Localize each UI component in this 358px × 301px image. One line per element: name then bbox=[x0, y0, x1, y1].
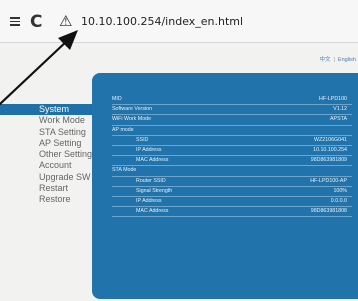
info-section-ap-mode: AP mode bbox=[112, 126, 352, 136]
info-key: MAC Address bbox=[136, 208, 169, 215]
language-switch: 中文 | English bbox=[320, 55, 357, 63]
sidebar-item-work-mode[interactable]: Work Mode bbox=[0, 115, 92, 126]
info-value: 100% bbox=[333, 187, 347, 194]
info-value: 0.0.0.0 bbox=[330, 197, 347, 204]
info-row-signal-strength: Signal Strength 100% bbox=[112, 187, 352, 197]
sidebar-item-other-setting[interactable]: Other Setting bbox=[0, 149, 92, 160]
sidebar-item-ap-setting[interactable]: AP Setting bbox=[0, 138, 92, 149]
menu-icon[interactable] bbox=[10, 17, 20, 26]
lang-separator: | bbox=[333, 57, 335, 63]
info-row-ap-ssid: SSID WZ2106G041 bbox=[112, 136, 352, 146]
info-table: MID HF-LPD100 Software Version V1.12 WiFi … bbox=[112, 95, 352, 218]
page-content: 中文 | English System Work Mode STA Setting … bbox=[0, 43, 358, 301]
info-key: MAC Address bbox=[136, 157, 169, 164]
reload-icon[interactable]: C bbox=[30, 12, 42, 32]
info-value: HF-LPD100 bbox=[319, 96, 347, 102]
info-key: Software Version bbox=[112, 106, 153, 113]
info-row-mid: MID HF-LPD100 bbox=[112, 95, 352, 106]
info-value: 10.10.100.254 bbox=[313, 146, 347, 153]
sidebar-item-sta-setting[interactable]: STA Setting bbox=[0, 127, 92, 138]
info-key: IP Address bbox=[136, 146, 162, 153]
info-value: 98D863981808 bbox=[310, 208, 347, 215]
info-key: Router SSID bbox=[136, 177, 166, 184]
info-row-router-ssid: Router SSID HF-LPD100-AP bbox=[112, 177, 352, 187]
info-value: V1.12 bbox=[333, 106, 347, 113]
info-row-ap-ip: IP Address 10.10.100.254 bbox=[112, 146, 352, 157]
sidebar-item-restart[interactable]: Restart bbox=[0, 183, 92, 194]
sidebar: System Work Mode STA Setting AP Setting … bbox=[0, 104, 92, 206]
info-key: IP Address bbox=[136, 197, 162, 204]
sidebar-item-upgrade-sw[interactable]: Upgrade SW bbox=[0, 172, 92, 183]
info-value: WZ2106G041 bbox=[314, 136, 347, 143]
info-key: STA Mode bbox=[112, 167, 137, 174]
address-bar[interactable]: 10.10.100.254/index_en.html bbox=[81, 15, 243, 28]
info-key: Signal Strength bbox=[136, 187, 173, 194]
warning-icon[interactable]: ⚠ bbox=[59, 12, 72, 30]
lang-english-link[interactable]: English bbox=[338, 57, 356, 63]
info-row-sta-mac: MAC Address 98D863981808 bbox=[112, 207, 352, 218]
info-row-wifi-work-mode: WiFi Work Mode APSTA bbox=[112, 115, 352, 126]
info-section-sta-mode: STA Mode bbox=[112, 166, 352, 177]
browser-toolbar: C ⚠ 10.10.100.254/index_en.html bbox=[0, 0, 358, 43]
sidebar-item-account[interactable]: Account bbox=[0, 160, 92, 171]
info-key: SSID bbox=[136, 136, 149, 143]
info-row-software-version: Software Version V1.12 bbox=[112, 105, 352, 116]
info-value: 98D863981809 bbox=[310, 157, 347, 164]
sidebar-item-system[interactable]: System bbox=[0, 104, 92, 116]
system-info-panel: MID HF-LPD100 Software Version V1.12 WiFi … bbox=[92, 73, 358, 299]
info-key: MID bbox=[112, 96, 122, 102]
info-row-sta-ip: IP Address 0.0.0.0 bbox=[112, 197, 352, 208]
info-value: HF-LPD100-AP bbox=[310, 177, 347, 184]
info-value: APSTA bbox=[330, 116, 347, 123]
sidebar-item-restore[interactable]: Restore bbox=[0, 194, 92, 205]
lang-chinese-link[interactable]: 中文 bbox=[320, 57, 331, 63]
info-key: WiFi Work Mode bbox=[112, 116, 152, 123]
info-key: AP mode bbox=[112, 126, 134, 133]
info-row-ap-mac: MAC Address 98D863981809 bbox=[112, 156, 352, 167]
